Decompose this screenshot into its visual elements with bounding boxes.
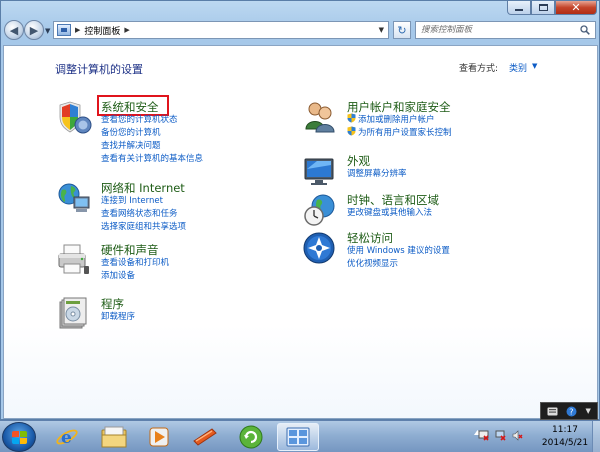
- address-bar[interactable]: ▶ 控制面板 ▶ ▼: [53, 21, 389, 39]
- internet-explorer-icon: e: [56, 428, 78, 448]
- view-computer-status-link[interactable]: 查看您的计算机状态: [101, 113, 178, 125]
- arrow-left-icon: ◀: [9, 23, 19, 37]
- media-player-icon: [149, 427, 169, 447]
- uac-shield-icon: [347, 126, 356, 136]
- refresh-app-icon: [239, 425, 263, 449]
- programs-icon[interactable]: [56, 296, 92, 332]
- view-by-label: 查看方式:: [459, 64, 499, 74]
- taskbar-control-panel[interactable]: [277, 423, 319, 451]
- appearance-monitor-icon[interactable]: [302, 153, 338, 189]
- taskbar-clock[interactable]: 11:17 2014/5/21: [532, 424, 598, 450]
- clock-date: 2014/5/21: [541, 438, 589, 448]
- minimize-icon: [515, 9, 523, 11]
- category-clock-region: 时钟、语言和区域 更改键盘或其他输入法: [302, 192, 552, 232]
- screen-resolution-link[interactable]: 调整屏幕分辨率: [347, 167, 407, 179]
- taskbar-app-orange[interactable]: [184, 423, 226, 451]
- windows-logo-part: [12, 438, 19, 444]
- tray-icons: [478, 430, 523, 441]
- backup-computer-link[interactable]: 备份您的计算机: [101, 126, 161, 138]
- add-device-link[interactable]: 添加设备: [101, 269, 135, 281]
- minimize-button[interactable]: [507, 1, 531, 15]
- taskbar-internet-explorer[interactable]: e: [46, 423, 88, 451]
- change-keyboard-link[interactable]: 更改键盘或其他输入法: [347, 206, 432, 218]
- chevron-down-icon[interactable]: ▼: [586, 407, 591, 415]
- windows-logo-icon: [12, 431, 19, 437]
- address-dropdown-icon[interactable]: ▼: [379, 26, 384, 34]
- category-hardware: 硬件和声音 查看设备和打印机 添加设备: [56, 242, 266, 284]
- devices-printers-link[interactable]: 查看设备和打印机: [101, 256, 169, 268]
- category-network: 网络和 Internet 连接到 Internet 查看网络状态和任务 选择家庭…: [56, 180, 266, 235]
- back-button[interactable]: ◀: [4, 20, 24, 40]
- printer-icon[interactable]: [56, 242, 92, 278]
- taskbar: e 11:17 2014/5/21: [0, 420, 600, 452]
- chevron-down-icon[interactable]: ▼: [532, 62, 537, 70]
- volume-muted-icon[interactable]: [512, 430, 523, 441]
- start-button[interactable]: [2, 422, 36, 452]
- close-icon: ✕: [571, 1, 581, 14]
- network-status-icon[interactable]: [495, 430, 506, 441]
- window-controls: ✕: [507, 1, 597, 15]
- basic-info-link[interactable]: 查看有关计算机的基本信息: [101, 152, 203, 164]
- svg-text:e: e: [61, 428, 72, 448]
- users-icon[interactable]: [302, 99, 338, 135]
- windows-logo-part: [20, 438, 27, 444]
- language-bar[interactable]: ? ▼: [540, 402, 598, 420]
- show-desktop-button[interactable]: [592, 421, 600, 452]
- clock-globe-icon[interactable]: [302, 192, 338, 228]
- refresh-icon: ↻: [397, 23, 407, 37]
- view-by-dropdown[interactable]: 类别: [509, 61, 527, 74]
- breadcrumb-separator-icon[interactable]: ▶: [75, 26, 80, 34]
- close-button[interactable]: ✕: [555, 1, 597, 15]
- category-appearance: 外观 调整屏幕分辨率: [302, 153, 552, 188]
- breadcrumb-control-panel[interactable]: 控制面板: [84, 24, 120, 37]
- network-status-link[interactable]: 查看网络状态和任务: [101, 207, 178, 219]
- optimize-display-link[interactable]: 优化视频显示: [347, 257, 398, 269]
- app-orange-icon: [193, 428, 217, 446]
- page-title: 调整计算机的设置: [55, 63, 143, 76]
- category-programs: 程序 卸载程序: [56, 296, 266, 336]
- shield-icon[interactable]: [56, 99, 92, 135]
- add-remove-accounts-row: 添加或删除用户帐户: [347, 113, 435, 125]
- control-panel-icon: [57, 24, 71, 36]
- uninstall-program-link[interactable]: 卸载程序: [101, 310, 135, 322]
- control-panel-icon: [286, 427, 310, 447]
- network-globe-icon[interactable]: [56, 180, 92, 216]
- recent-pages-dropdown[interactable]: ▼: [45, 27, 50, 35]
- troubleshoot-link[interactable]: 查找并解决问题: [101, 139, 161, 151]
- keyboard-icon[interactable]: [547, 407, 558, 416]
- clock-time: 11:17: [552, 425, 578, 435]
- add-remove-accounts-link[interactable]: 添加或删除用户帐户: [358, 115, 435, 125]
- uac-shield-icon: [347, 113, 356, 123]
- maximize-button[interactable]: [531, 1, 555, 15]
- taskbar-explorer[interactable]: [93, 423, 135, 451]
- folder-icon: [101, 426, 127, 448]
- parental-controls-link[interactable]: 为所有用户设置家长控制: [358, 128, 452, 138]
- control-panel-window: ✕ ◀ ▶ ▼ ▶ 控制面板 ▶ ▼ ↻ 调整计算机的设置 查看方式: 类别 ▼: [0, 0, 600, 420]
- windows-logo-part: [20, 431, 27, 437]
- navigation-bar: ◀ ▶ ▼ ▶ 控制面板 ▶ ▼ ↻: [1, 17, 600, 43]
- action-center-icon[interactable]: [478, 430, 489, 441]
- search-box[interactable]: [415, 21, 596, 39]
- category-user-accounts: 用户帐户和家庭安全 添加或删除用户帐户 为所有用户设置家长控制: [302, 99, 552, 144]
- breadcrumb-separator-icon[interactable]: ▶: [124, 26, 129, 34]
- maximize-icon: [538, 4, 548, 11]
- title-bar[interactable]: ✕: [1, 1, 600, 17]
- svg-text:?: ?: [570, 407, 574, 416]
- refresh-button[interactable]: ↻: [393, 21, 411, 39]
- taskbar-media-player[interactable]: [138, 423, 180, 451]
- taskbar-app-green[interactable]: [230, 423, 272, 451]
- content-area: 调整计算机的设置 查看方式: 类别 ▼ 系统和安全 查看您的计算机状态 备份您的…: [3, 45, 598, 419]
- homegroup-link[interactable]: 选择家庭组和共享选项: [101, 220, 186, 232]
- category-ease-access: 轻松访问 使用 Windows 建议的设置 优化视频显示: [302, 230, 552, 275]
- ease-of-access-icon[interactable]: [302, 230, 338, 266]
- search-input[interactable]: [421, 25, 571, 35]
- arrow-right-icon: ▶: [29, 23, 39, 37]
- connect-internet-link[interactable]: 连接到 Internet: [101, 194, 163, 206]
- forward-button[interactable]: ▶: [24, 20, 44, 40]
- recommended-settings-link[interactable]: 使用 Windows 建议的设置: [347, 244, 450, 256]
- search-icon[interactable]: [580, 25, 590, 35]
- parental-controls-row: 为所有用户设置家长控制: [347, 126, 452, 138]
- help-icon[interactable]: ?: [566, 406, 577, 417]
- category-system-security: 系统和安全 查看您的计算机状态 备份您的计算机 查找并解决问题 查看有关计算机的…: [56, 95, 266, 169]
